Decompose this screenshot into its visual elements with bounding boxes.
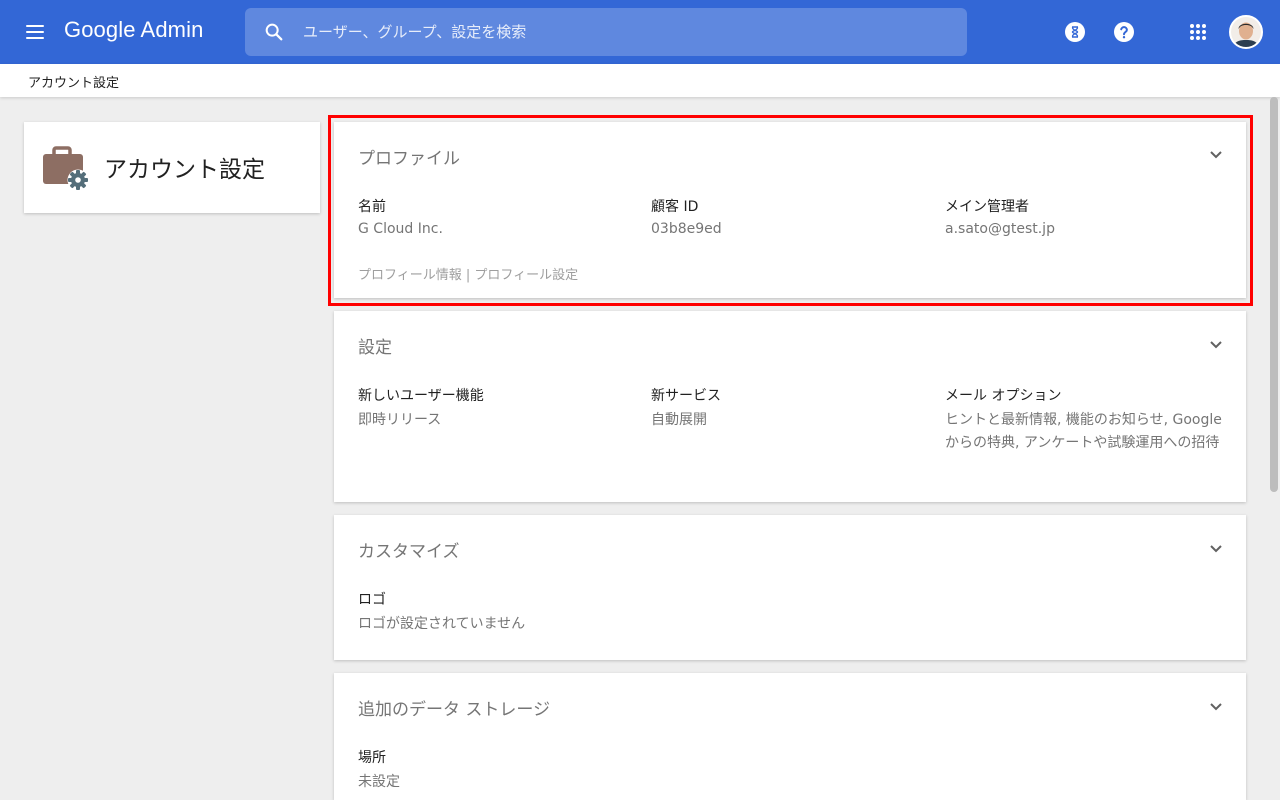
account-avatar[interactable] (1229, 15, 1263, 49)
app-logo[interactable]: Google Admin (64, 17, 203, 43)
briefcase-gear-icon (43, 146, 89, 191)
profile-links: プロフィール情報 | プロフィール設定 (358, 264, 578, 283)
card-title: 設定 (358, 338, 392, 358)
menu-line (26, 25, 44, 27)
card-title: カスタマイズ (358, 542, 460, 562)
top-bar: Google Admin (0, 0, 1280, 64)
field-value: ヒントと最新情報, 機能のお知らせ, Google からの特典, アンケートや試… (945, 412, 1222, 451)
breadcrumb[interactable]: アカウント設定 (28, 72, 119, 91)
search-icon[interactable] (263, 21, 285, 43)
settings-card[interactable]: 設定 新しいユーザー機能 即時リリース 新サービス 自動展開 メール オプション… (334, 311, 1246, 502)
field-label: 場所 (358, 750, 386, 766)
profile-settings-link[interactable]: プロフィール設定 (474, 268, 578, 283)
breadcrumb-bar: アカウント設定 (0, 64, 1280, 97)
field-label: 新しいユーザー機能 (358, 388, 484, 404)
link-separator: | (461, 268, 475, 283)
field-label: 新サービス (651, 388, 721, 404)
field-value: a.sato@gtest.jp (945, 221, 1055, 237)
field-label: 顧客 ID (651, 199, 699, 215)
apps-grid-icon[interactable] (1186, 20, 1210, 44)
chevron-down-icon[interactable] (1204, 142, 1228, 166)
scrollbar-thumb[interactable] (1270, 97, 1278, 492)
field-value: ロゴが設定されていません (358, 616, 526, 632)
chevron-down-icon[interactable] (1204, 694, 1228, 718)
search-input[interactable] (301, 8, 941, 56)
chevron-down-icon[interactable] (1204, 536, 1228, 560)
menu-line (26, 37, 44, 39)
account-settings-card: アカウント設定 (24, 122, 320, 213)
field-label: ロゴ (358, 592, 386, 608)
search-box[interactable] (245, 8, 967, 56)
field-label: メイン管理者 (945, 199, 1029, 215)
profile-card[interactable]: プロファイル 名前 G Cloud Inc. 顧客 ID 03b8e9ed メイ… (334, 122, 1246, 298)
card-title: 追加のデータ ストレージ (358, 700, 551, 720)
field-value: 自動展開 (651, 412, 707, 428)
storage-card[interactable]: 追加のデータ ストレージ 場所 未設定 (334, 673, 1246, 800)
menu-line (26, 31, 44, 33)
avatar-image (1231, 17, 1261, 47)
main-menu-button[interactable] (24, 22, 46, 42)
field-value: 03b8e9ed (651, 221, 722, 237)
field-value: 即時リリース (358, 412, 442, 428)
field-label: 名前 (358, 199, 386, 215)
customize-card[interactable]: カスタマイズ ロゴ ロゴが設定されていません (334, 515, 1246, 660)
timer-icon[interactable] (1063, 20, 1087, 44)
field-value: 未設定 (358, 774, 400, 790)
chevron-down-icon[interactable] (1204, 332, 1228, 356)
help-icon[interactable] (1112, 20, 1136, 44)
card-title: プロファイル (358, 149, 460, 169)
page-title: アカウント設定 (104, 157, 265, 183)
profile-info-link[interactable]: プロフィール情報 (358, 268, 462, 283)
field-value: G Cloud Inc. (358, 221, 443, 237)
field-label: メール オプション (945, 388, 1062, 404)
